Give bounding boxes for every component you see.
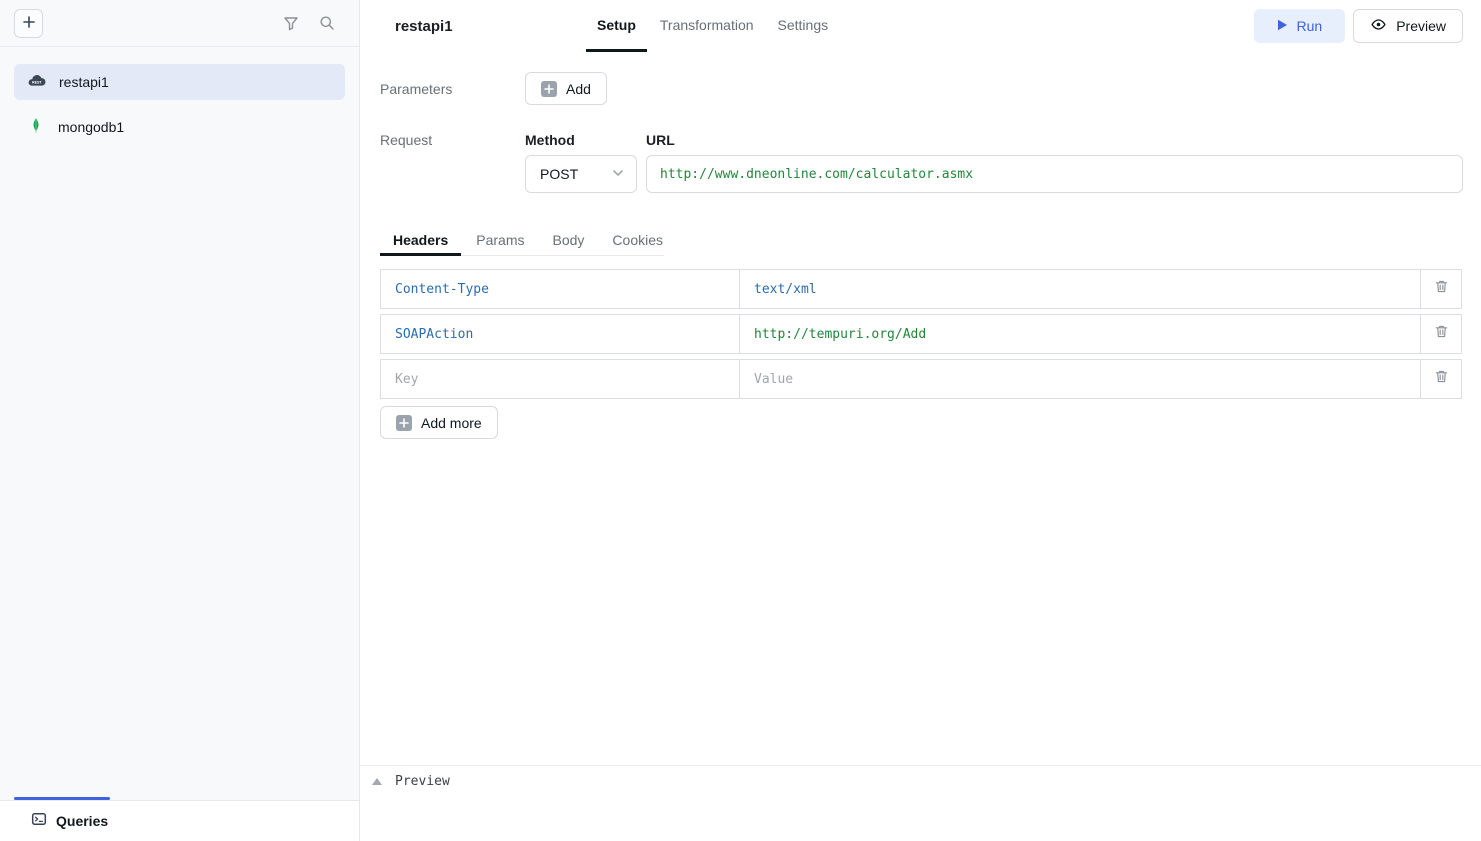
play-icon (1277, 18, 1288, 34)
query-title[interactable]: restapi1 (395, 18, 550, 35)
query-header-tabs: Setup Transformation Settings (586, 0, 839, 52)
query-header: restapi1 Setup Transformation Settings R… (360, 0, 1481, 52)
method-select-value: POST (540, 166, 578, 182)
filter-icon[interactable] (283, 15, 299, 31)
tab-setup[interactable]: Setup (586, 0, 647, 52)
header-actions: Run Preview (1254, 0, 1463, 52)
expand-up-icon (372, 778, 382, 785)
queries-tab[interactable]: Queries (56, 813, 108, 829)
header-row-empty (380, 359, 1462, 399)
plus-icon (541, 81, 557, 97)
url-label: URL (646, 132, 1463, 148)
svg-text:REST: REST (32, 81, 42, 85)
queries-icon (31, 811, 47, 832)
method-label: Method (525, 132, 637, 148)
list-item-mongodb1[interactable]: mongodb1 (14, 109, 345, 145)
header-key-input[interactable] (380, 269, 740, 309)
delete-header-button[interactable] (1420, 269, 1462, 309)
request-label: Request (380, 132, 525, 148)
app-window: REST restapi1 mongodb1 Queries restapi1 (0, 0, 1481, 841)
request-row: Request Method POST URL (380, 132, 1463, 193)
preview-panel-label: Preview (395, 774, 450, 789)
headers-table (380, 269, 1462, 399)
delete-header-button[interactable] (1420, 359, 1462, 399)
preview-button-label: Preview (1396, 18, 1446, 34)
plus-icon (22, 15, 36, 32)
header-key-input[interactable] (380, 359, 740, 399)
list-item-label: mongodb1 (58, 119, 124, 135)
active-tab-indicator (14, 797, 110, 800)
tab-headers[interactable]: Headers (380, 227, 461, 256)
header-value-input[interactable] (739, 314, 1421, 354)
sidebar: REST restapi1 mongodb1 Queries (0, 0, 360, 841)
add-more-button[interactable]: Add more (380, 406, 498, 439)
add-datasource-button[interactable] (14, 9, 43, 38)
sidebar-toolbar (0, 0, 359, 47)
tab-transformation[interactable]: Transformation (649, 0, 765, 52)
trash-icon (1434, 324, 1449, 344)
list-item-restapi1[interactable]: REST restapi1 (14, 64, 345, 100)
header-key-input[interactable] (380, 314, 740, 354)
mongodb-leaf-icon (27, 117, 45, 138)
header-row (380, 269, 1462, 309)
sidebar-bottom-tabs: Queries (0, 800, 359, 841)
request-subtabs: Headers Params Body Cookies (380, 227, 664, 256)
list-item-label: restapi1 (59, 74, 109, 90)
tab-body[interactable]: Body (540, 227, 598, 256)
tab-settings[interactable]: Settings (767, 0, 840, 52)
url-input[interactable] (646, 155, 1463, 193)
preview-button[interactable]: Preview (1353, 9, 1463, 43)
search-icon[interactable] (319, 15, 335, 31)
run-button[interactable]: Run (1254, 9, 1346, 43)
add-parameter-button[interactable]: Add (525, 72, 607, 105)
preview-panel-toggle[interactable]: Preview (360, 765, 1481, 796)
add-parameter-label: Add (566, 81, 591, 97)
eye-icon (1370, 17, 1387, 35)
query-list: REST restapi1 mongodb1 (0, 47, 359, 162)
chevron-down-icon (610, 165, 626, 184)
header-row (380, 314, 1462, 354)
setup-panel: Parameters Add Request Method POST (360, 52, 1481, 841)
method-select[interactable]: POST (525, 155, 637, 193)
run-button-label: Run (1297, 18, 1323, 34)
add-more-label: Add more (421, 415, 482, 431)
tab-params[interactable]: Params (463, 227, 537, 256)
rest-api-cloud-icon: REST (27, 71, 46, 93)
header-value-input[interactable] (739, 269, 1421, 309)
tab-cookies[interactable]: Cookies (599, 227, 676, 256)
parameters-label: Parameters (380, 81, 525, 97)
delete-header-button[interactable] (1420, 314, 1462, 354)
plus-icon (396, 415, 412, 431)
query-editor: restapi1 Setup Transformation Settings R… (360, 0, 1481, 841)
header-value-input[interactable] (739, 359, 1421, 399)
trash-icon (1434, 279, 1449, 299)
trash-icon (1434, 369, 1449, 389)
parameters-row: Parameters Add (380, 72, 1463, 105)
